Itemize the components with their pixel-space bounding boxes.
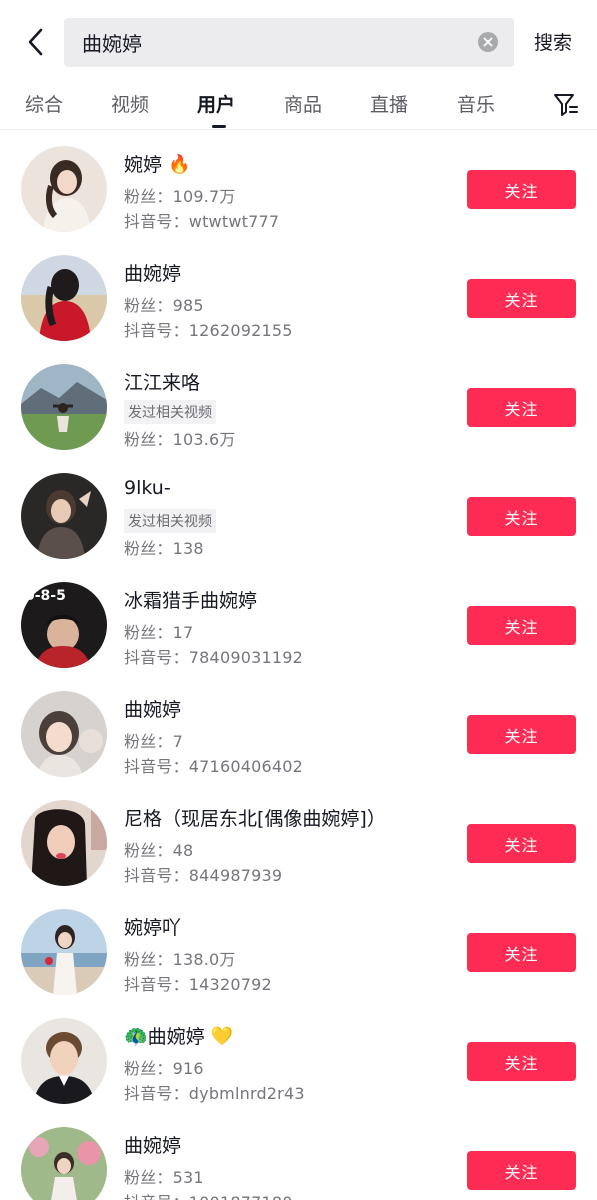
search-results-screen: 搜索 综合 视频 用户 商品 直播 音乐 [0,0,597,1200]
follower-count: 粉丝：985 [124,296,204,315]
user-row[interactable]: 婉婷 🔥 粉丝：109.7万 抖音号：wtwtwt777 关注 [0,130,597,239]
follower-count: 粉丝：109.7万 [124,187,236,206]
search-header: 搜索 [0,0,597,84]
related-video-badge: 发过相关视频 [124,400,216,424]
user-row[interactable]: 曲婉婷 粉丝：7 抖音号：47160406402 关注 [0,675,597,784]
douyin-id: 抖音号：wtwtwt777 [124,212,280,231]
user-row[interactable]: 🦚曲婉婷 💛 粉丝：916 抖音号：dybmlnrd2r43 关注 [0,1002,597,1111]
user-name[interactable]: 曲婉婷 [124,695,181,722]
follower-count: 粉丝：17 [124,623,194,642]
back-button[interactable] [18,22,54,62]
follow-button[interactable]: 关注 [467,388,576,427]
close-icon [483,37,493,47]
tab-videos[interactable]: 视频 [111,90,149,117]
follow-button[interactable]: 关注 [467,933,576,972]
related-video-badge: 发过相关视频 [124,509,216,533]
avatar[interactable] [21,146,107,232]
avatar[interactable] [21,909,107,995]
avatar[interactable]: 0-8-5 [21,582,107,668]
user-row[interactable]: 0-8-5 冰霜猎手曲婉婷 粉丝：17 抖音号：78409031192 关注 [0,566,597,675]
tab-users[interactable]: 用户 [197,90,235,117]
douyin-id: 抖音号：844987939 [124,866,283,885]
douyin-id: 抖音号：1262092155 [124,321,293,340]
tab-all[interactable]: 综合 [25,90,63,117]
follower-count: 粉丝：7 [124,732,183,751]
follower-count: 粉丝：916 [124,1059,204,1078]
follower-count: 粉丝：138 [124,539,204,558]
user-name[interactable]: 曲婉婷 [124,259,181,286]
avatar[interactable] [21,1127,107,1200]
follow-button[interactable]: 关注 [467,606,576,645]
chevron-left-icon [28,28,43,56]
user-row[interactable]: 婉婷吖 粉丝：138.0万 抖音号：14320792 关注 [0,893,597,1002]
follow-button[interactable]: 关注 [467,715,576,754]
category-tabs: 综合 视频 用户 商品 直播 音乐 [0,84,597,130]
follower-count: 粉丝：48 [124,841,194,860]
user-row[interactable]: 曲婉婷 粉丝：985 抖音号：1262092155 关注 [0,239,597,348]
tab-products[interactable]: 商品 [284,90,322,117]
search-field [64,18,514,67]
douyin-id: 抖音号：14320792 [124,975,272,994]
user-name[interactable]: 婉婷 🔥 [124,150,190,177]
avatar[interactable] [21,473,107,559]
user-result-list: 婉婷 🔥 粉丝：109.7万 抖音号：wtwtwt777 关注 曲婉婷 粉丝：9… [0,130,597,1200]
user-name[interactable]: 🦚曲婉婷 💛 [124,1022,233,1049]
user-row[interactable]: 9lku- 发过相关视频 粉丝：138 关注 [0,457,597,566]
user-name[interactable]: 冰霜猎手曲婉婷 [124,586,257,613]
user-row[interactable]: 曲婉婷 粉丝：531 抖音号：1001877180 关注 [0,1111,597,1200]
follow-button[interactable]: 关注 [467,170,576,209]
active-tab-indicator [212,125,226,128]
clear-search-button[interactable] [478,32,498,52]
user-name[interactable]: 江江来咯 [124,368,200,395]
follow-button[interactable]: 关注 [467,1151,576,1190]
avatar[interactable] [21,800,107,886]
avatar[interactable] [21,1018,107,1104]
follow-button[interactable]: 关注 [467,279,576,318]
user-name[interactable]: 9lku- [124,477,171,499]
avatar[interactable] [21,691,107,777]
follow-button[interactable]: 关注 [467,824,576,863]
tab-live[interactable]: 直播 [370,90,408,117]
user-name[interactable]: 曲婉婷 [124,1131,181,1158]
search-input[interactable] [82,18,462,67]
douyin-id: 抖音号：dybmlnrd2r43 [124,1084,305,1103]
avatar[interactable] [21,255,107,341]
search-submit-button[interactable]: 搜索 [534,28,572,55]
douyin-id: 抖音号：1001877180 [124,1189,293,1200]
filter-button[interactable] [553,90,579,118]
tab-music[interactable]: 音乐 [457,90,495,117]
douyin-id: 抖音号：47160406402 [124,757,303,776]
avatar[interactable] [21,364,107,450]
follower-count: 粉丝：531 [124,1168,204,1187]
follower-count: 粉丝：138.0万 [124,950,236,969]
filter-icon [554,94,578,116]
follow-button[interactable]: 关注 [467,1042,576,1081]
user-name[interactable]: 婉婷吖 [124,913,181,940]
user-row[interactable]: 江江来咯 发过相关视频 粉丝：103.6万 关注 [0,348,597,457]
follow-button[interactable]: 关注 [467,497,576,536]
user-name[interactable]: 尼格（现居东北[偶像曲婉婷]） [124,804,386,831]
douyin-id: 抖音号：78409031192 [124,648,303,667]
follower-count: 粉丝：103.6万 [124,430,236,449]
user-row[interactable]: 尼格（现居东北[偶像曲婉婷]） 粉丝：48 抖音号：844987939 关注 [0,784,597,893]
avatar-overlay-text: 0-8-5 [25,588,66,604]
